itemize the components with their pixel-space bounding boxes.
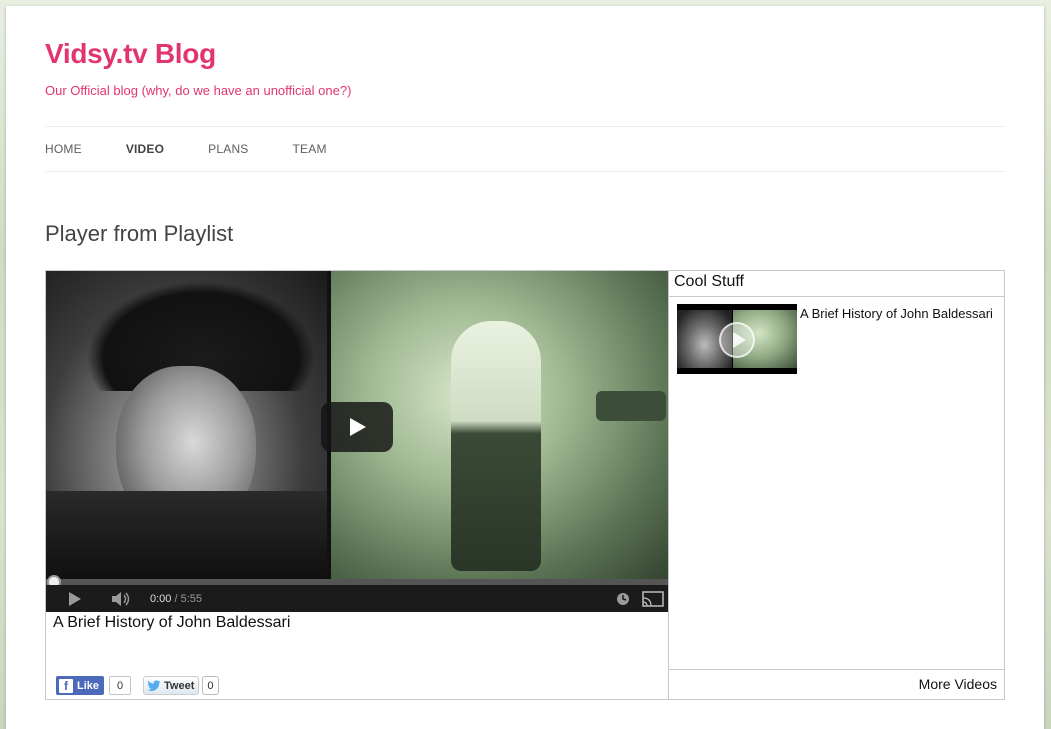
video-title: A Brief History of John Baldessari (53, 614, 291, 631)
control-play-icon[interactable] (68, 591, 84, 607)
playlist-thumbnail[interactable] (677, 304, 797, 374)
video-playlist-widget: 0:00 / 5:55 A Brief History of John Bald… (45, 270, 1005, 700)
cast-icon[interactable] (642, 590, 664, 607)
page: Vidsy.tv Blog Our Official blog (why, do… (6, 6, 1044, 729)
nav-item-home[interactable]: HOME (45, 142, 82, 156)
nav-item-video[interactable]: VIDEO (126, 142, 164, 156)
main-nav: HOME VIDEO PLANS TEAM (45, 126, 1005, 172)
tweet-count: 0 (202, 676, 219, 695)
tweet-button[interactable]: Tweet (143, 676, 200, 695)
site-description: Our Official blog (why, do we have an un… (45, 83, 352, 98)
playlist-panel: Cool Stuff A Brief History of John Balde… (669, 271, 1004, 699)
play-icon[interactable] (321, 402, 393, 452)
like-count: 0 (109, 676, 132, 695)
playlist-title: Cool Stuff (669, 271, 1004, 297)
social-buttons: f Like 0 Tweet 0 (56, 676, 219, 695)
nav-item-team[interactable]: TEAM (293, 142, 327, 156)
time-display: 0:00 / 5:55 (150, 593, 202, 605)
more-videos-link[interactable]: More Videos (669, 669, 1004, 699)
player-controls: 0:00 / 5:55 (46, 585, 668, 612)
playlist-item-title[interactable]: A Brief History of John Baldessari (800, 306, 993, 321)
site-title[interactable]: Vidsy.tv Blog (45, 38, 216, 70)
duration: / 5:55 (171, 592, 202, 605)
video-column: 0:00 / 5:55 A Brief History of John Bald… (46, 271, 669, 699)
twitter-bird-icon (147, 679, 161, 691)
page-title: Player from Playlist (45, 221, 234, 246)
playlist-item[interactable]: A Brief History of John Baldessari (677, 304, 1002, 374)
facebook-like-button[interactable]: f Like (56, 676, 105, 695)
video-player[interactable]: 0:00 / 5:55 (46, 271, 668, 612)
tweet-label: Tweet (164, 679, 195, 692)
like-label: Like (77, 679, 100, 692)
clock-icon[interactable] (616, 592, 630, 606)
thumbnail-play-icon (719, 322, 755, 358)
nav-item-plans[interactable]: PLANS (208, 142, 248, 156)
current-time: 0:00 (150, 592, 172, 605)
volume-icon[interactable] (112, 591, 134, 607)
facebook-icon: f (59, 678, 73, 693)
video-frame-portrait (46, 271, 327, 581)
